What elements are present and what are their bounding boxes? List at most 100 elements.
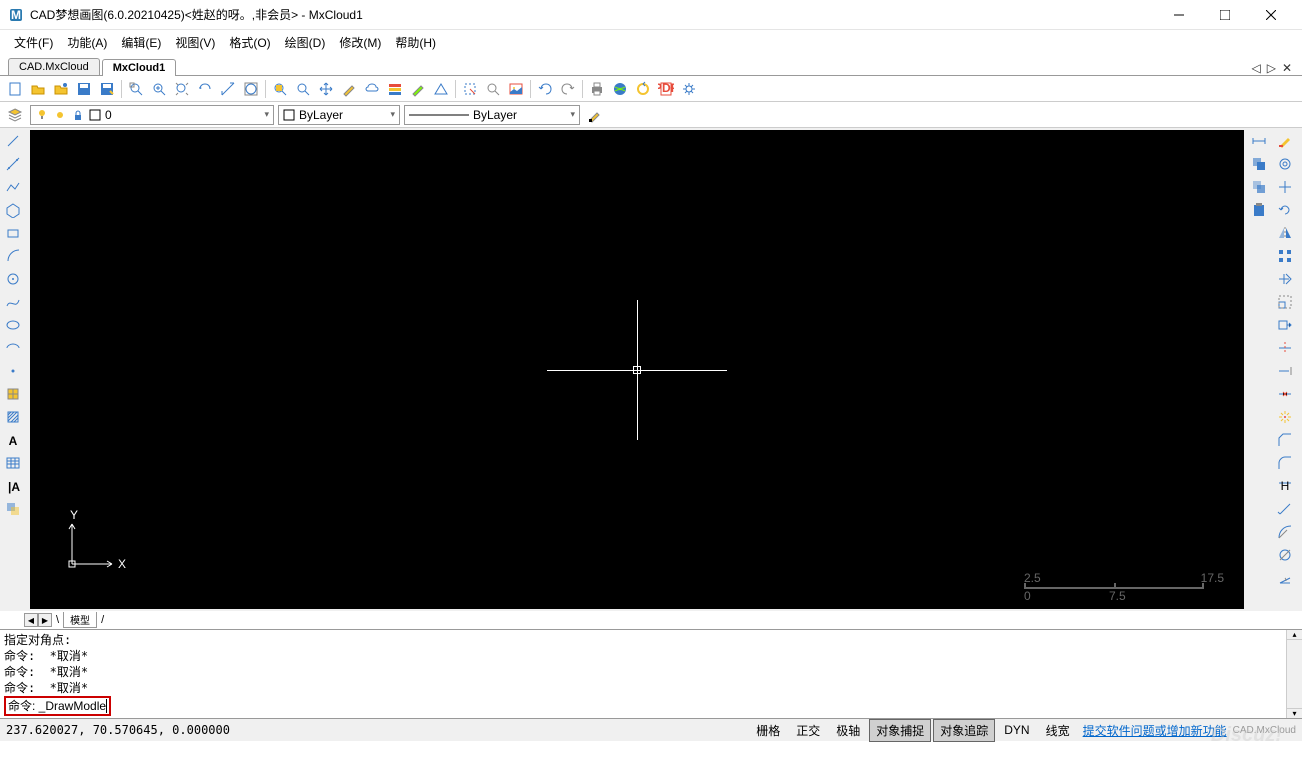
snap-toggle[interactable]: 栅格 [749,719,787,742]
measure-icon[interactable] [217,78,239,100]
menu-help[interactable]: 帮助(H) [389,32,442,53]
chamfer-icon[interactable] [1274,429,1296,451]
erase-icon[interactable] [1274,130,1296,152]
block-icon[interactable] [2,383,24,405]
scale-icon[interactable] [1274,291,1296,313]
color-dropdown[interactable]: ByLayer ▾ [278,105,400,125]
save-as-icon[interactable] [96,78,118,100]
rotate-icon[interactable] [1274,199,1296,221]
globe-icon[interactable] [609,78,631,100]
zoom-in-icon[interactable] [148,78,170,100]
dim-radius-icon[interactable] [1274,521,1296,543]
ellipse-icon[interactable] [2,314,24,336]
arc-icon[interactable] [2,245,24,267]
tab-close-icon[interactable]: ✕ [1280,61,1294,75]
doctab-inactive[interactable]: CAD.MxCloud [8,58,100,75]
point-icon[interactable] [2,360,24,382]
gear-icon[interactable] [678,78,700,100]
dim-icon[interactable] [1248,130,1270,152]
cloud-icon[interactable] [361,78,383,100]
menu-func[interactable]: 功能(A) [61,32,113,53]
save-icon[interactable] [73,78,95,100]
layers-icon[interactable] [384,78,406,100]
menu-view[interactable]: 视图(V) [169,32,221,53]
spline-icon[interactable] [2,291,24,313]
rectangle-icon[interactable] [2,222,24,244]
tab-prev-icon[interactable]: ◁ [1249,61,1262,75]
stretch-icon[interactable] [1274,314,1296,336]
copy2-icon[interactable] [1248,176,1270,198]
pencil-icon[interactable] [338,78,360,100]
dim-linear-icon[interactable]: H [1274,475,1296,497]
trim-icon[interactable] [1274,337,1296,359]
mirror2-icon[interactable] [1274,268,1296,290]
open-icon[interactable] [27,78,49,100]
model-tab[interactable]: 模型 [63,612,97,628]
break-icon[interactable] [1274,383,1296,405]
array-icon[interactable] [1274,245,1296,267]
line-icon[interactable] [2,130,24,152]
fireworks-icon[interactable] [1274,406,1296,428]
fillet-icon[interactable] [1274,452,1296,474]
xline-icon[interactable] [2,153,24,175]
zoom-obj-icon[interactable] [269,78,291,100]
region-icon[interactable] [2,498,24,520]
ortho-toggle[interactable]: 正交 [789,719,827,742]
pan-icon[interactable] [315,78,337,100]
copy-icon[interactable] [1248,153,1270,175]
zoom-realtime-icon[interactable] [292,78,314,100]
triangle-icon[interactable] [430,78,452,100]
extend-icon[interactable] [1274,360,1296,382]
layer-manager-icon[interactable] [4,104,26,126]
redo-icon[interactable] [557,78,579,100]
scroll-right-icon[interactable]: ▶ [38,613,52,627]
polyline-icon[interactable] [2,176,24,198]
close-button[interactable] [1248,1,1294,29]
feedback-link[interactable]: 提交软件问题或增加新功能 [1079,722,1231,739]
mirror-icon[interactable] [1274,222,1296,244]
offset-icon[interactable] [1274,153,1296,175]
menu-draw[interactable]: 绘图(D) [279,32,332,53]
linetype-dropdown[interactable]: ByLayer ▾ [404,105,580,125]
open2-icon[interactable] [50,78,72,100]
layer-dropdown[interactable]: 0 ▾ [30,105,274,125]
lwt-toggle[interactable]: 线宽 [1039,719,1077,742]
zoom-all-icon[interactable] [240,78,262,100]
table-icon[interactable] [2,452,24,474]
zoom-extents-icon[interactable] [171,78,193,100]
zoom-window-icon[interactable] [125,78,147,100]
polar-toggle[interactable]: 极轴 [829,719,867,742]
otrack-toggle[interactable]: 对象追踪 [933,719,995,742]
highlight-icon[interactable] [407,78,429,100]
circle-icon[interactable] [2,268,24,290]
dim-angular-icon[interactable] [1274,567,1296,589]
dim-diameter-icon[interactable] [1274,544,1296,566]
maximize-button[interactable] [1202,1,1248,29]
refresh-icon[interactable] [632,78,654,100]
drawing-canvas[interactable]: Y X 2.5 17.5 0 7.5 [30,130,1244,609]
menu-file[interactable]: 文件(F) [8,32,59,53]
minimize-button[interactable] [1156,1,1202,29]
osnap-toggle[interactable]: 对象捕捉 [869,719,931,742]
dim-align-icon[interactable] [1274,498,1296,520]
new-icon[interactable] [4,78,26,100]
scroll-left-icon[interactable]: ◀ [24,613,38,627]
mtext-icon[interactable]: |A [2,475,24,497]
menu-format[interactable]: 格式(O) [223,32,276,53]
scrollbar[interactable]: ▴ ▾ [1286,630,1302,718]
menu-modify[interactable]: 修改(M) [333,32,387,53]
undo-icon[interactable] [534,78,556,100]
brush-icon[interactable] [584,104,606,126]
print-icon[interactable] [586,78,608,100]
menu-edit[interactable]: 编辑(E) [115,32,167,53]
select-icon[interactable] [459,78,481,100]
doctab-active[interactable]: MxCloud1 [102,59,177,76]
text-icon[interactable]: A [2,429,24,451]
ellipse-arc-icon[interactable] [2,337,24,359]
zoom-prev-icon[interactable] [194,78,216,100]
polygon-icon[interactable] [2,199,24,221]
image-icon[interactable] [505,78,527,100]
tab-next-icon[interactable]: ▷ [1265,61,1278,75]
pdf-icon[interactable]: PDF [655,78,677,100]
hatch-icon[interactable] [2,406,24,428]
